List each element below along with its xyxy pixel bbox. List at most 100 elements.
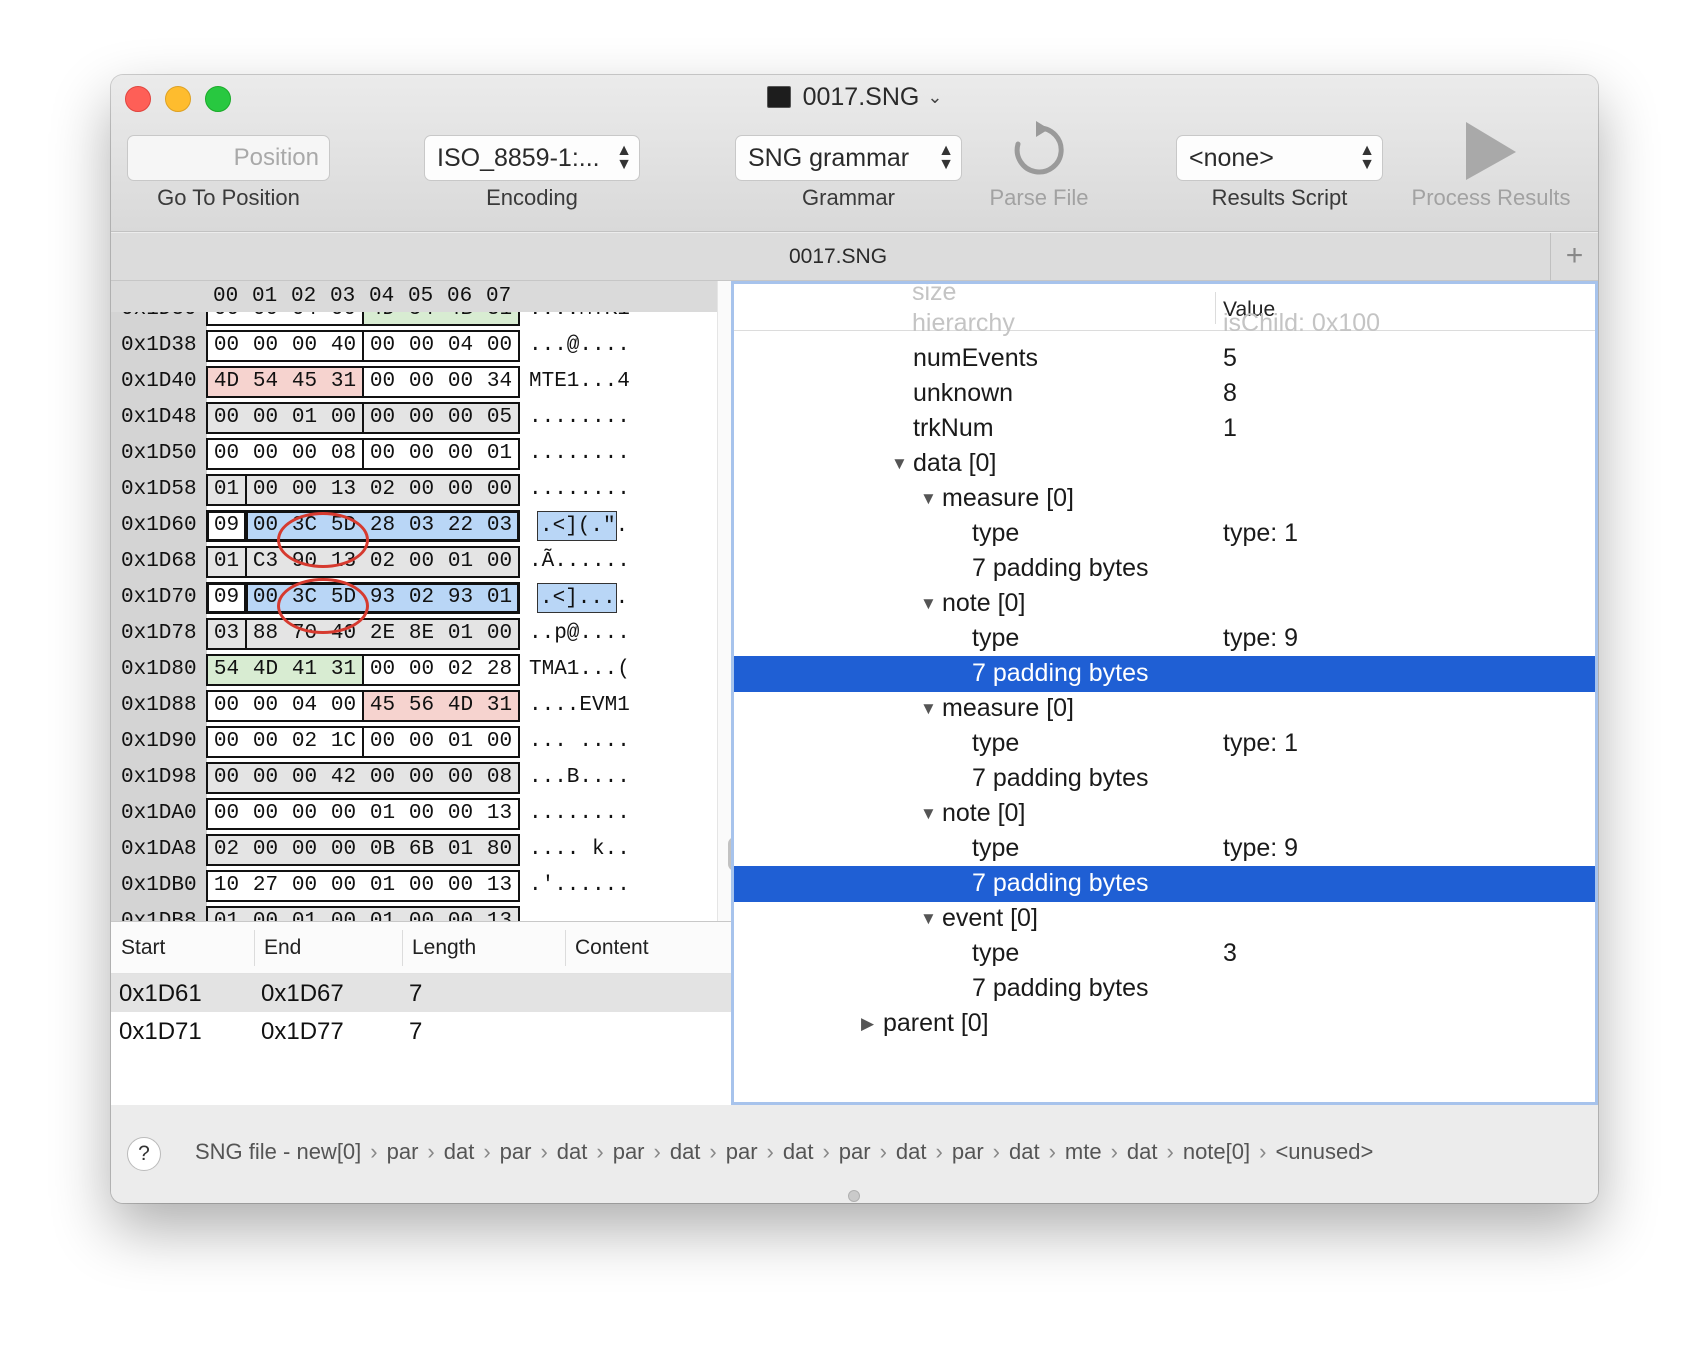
hex-byte[interactable]: 05 bbox=[480, 403, 519, 433]
hex-byte[interactable]: 00 bbox=[207, 691, 246, 721]
hex-byte[interactable]: 00 bbox=[324, 835, 363, 865]
hex-byte[interactable]: C3 bbox=[246, 547, 285, 577]
hex-byte[interactable]: 00 bbox=[246, 403, 285, 433]
hex-view[interactable]: 0x1D30000004004D544B31....MTK10x1D380000… bbox=[111, 281, 749, 921]
tree-node[interactable]: type type: 1 bbox=[734, 516, 1595, 551]
hex-byte[interactable]: 02 bbox=[402, 583, 441, 613]
hex-byte[interactable]: 3C bbox=[285, 511, 324, 541]
tree-node[interactable]: ▼ measure [0] bbox=[734, 691, 1595, 726]
position-field[interactable] bbox=[127, 135, 330, 181]
hex-byte[interactable]: 00 bbox=[207, 799, 246, 829]
hex-byte[interactable]: 00 bbox=[441, 763, 480, 793]
hex-byte[interactable]: 00 bbox=[441, 403, 480, 433]
tree-node[interactable]: trkNum 1 bbox=[734, 411, 1595, 446]
hex-byte[interactable]: 03 bbox=[207, 619, 246, 649]
hex-byte[interactable]: 01 bbox=[363, 871, 402, 901]
hex-byte[interactable]: 90 bbox=[285, 547, 324, 577]
hex-byte[interactable]: 00 bbox=[285, 475, 324, 505]
hex-byte[interactable]: 00 bbox=[441, 799, 480, 829]
grammar-select[interactable]: SNG grammar ▲ ▼ bbox=[735, 135, 962, 181]
hex-byte[interactable]: 00 bbox=[207, 439, 246, 469]
hex-byte[interactable]: 00 bbox=[402, 871, 441, 901]
hex-byte[interactable]: 00 bbox=[324, 799, 363, 829]
hex-byte[interactable]: 56 bbox=[402, 691, 441, 721]
hex-byte[interactable]: 00 bbox=[402, 439, 441, 469]
hex-byte[interactable]: 01 bbox=[441, 727, 480, 757]
hex-byte[interactable]: 03 bbox=[480, 511, 519, 541]
hex-row[interactable]: 0x1D48 00 00 01 00 00 00 00 05........ bbox=[111, 400, 749, 436]
hex-row[interactable]: 0x1DB80100010001000013........ bbox=[111, 904, 749, 921]
results-row[interactable]: 0x1D61 0x1D67 7 bbox=[111, 974, 731, 1012]
results-table[interactable]: Start End Length Content 0x1D61 0x1D67 7… bbox=[111, 921, 731, 1105]
breadcrumb-item[interactable]: par bbox=[952, 1139, 984, 1164]
hex-byte[interactable]: 01 bbox=[207, 547, 246, 577]
breadcrumb-item[interactable]: dat bbox=[783, 1139, 814, 1164]
hex-byte[interactable]: 70 bbox=[285, 619, 324, 649]
hex-byte[interactable]: 00 bbox=[480, 475, 519, 505]
ascii-text[interactable]: .Ã...... bbox=[529, 547, 630, 577]
hex-byte[interactable]: 22 bbox=[441, 511, 480, 541]
ascii-text[interactable]: ........ bbox=[529, 907, 630, 921]
hex-byte[interactable]: 00 bbox=[207, 727, 246, 757]
tree-node[interactable]: ▶ parent [0] bbox=[734, 1006, 1595, 1041]
hex-byte[interactable]: 00 bbox=[246, 511, 285, 541]
ascii-text[interactable]: ...@.... bbox=[529, 331, 630, 361]
hex-byte[interactable]: 5D bbox=[324, 583, 363, 613]
hex-byte[interactable]: 40 bbox=[324, 331, 363, 361]
hex-row[interactable]: 0x1D88 00 00 04 00 45 56 4D 31 ....EVM1 bbox=[111, 688, 749, 724]
hex-byte[interactable]: 09 bbox=[207, 511, 246, 541]
hex-byte[interactable]: 41 bbox=[285, 655, 324, 685]
hex-byte[interactable]: 00 bbox=[246, 799, 285, 829]
results-row[interactable]: 0x1D71 0x1D77 7 bbox=[111, 1012, 731, 1050]
position-input[interactable] bbox=[128, 136, 329, 180]
ascii-text[interactable]: .<](.". bbox=[537, 511, 628, 541]
tree-node[interactable]: 7 padding bytes bbox=[734, 971, 1595, 1006]
tree-node[interactable]: type type: 1 bbox=[734, 726, 1595, 761]
tree-node[interactable]: ▼ note [0] bbox=[734, 796, 1595, 831]
ascii-text[interactable]: ..p@.... bbox=[529, 619, 630, 649]
breadcrumb-item[interactable]: dat bbox=[557, 1139, 588, 1164]
ascii-text[interactable]: ... .... bbox=[529, 727, 630, 757]
hex-byte[interactable]: 01 bbox=[480, 439, 519, 469]
tree-node[interactable]: 7 padding bytes bbox=[734, 761, 1595, 796]
tree-node[interactable]: type type: 9 bbox=[734, 831, 1595, 866]
hex-byte[interactable]: 00 bbox=[207, 403, 246, 433]
hex-byte[interactable]: 02 bbox=[441, 655, 480, 685]
hex-byte[interactable]: 54 bbox=[246, 367, 285, 397]
hex-byte[interactable]: 00 bbox=[285, 439, 324, 469]
tree-node[interactable]: ▼ data [0] bbox=[734, 446, 1595, 481]
hex-byte[interactable]: 28 bbox=[480, 655, 519, 685]
hex-byte[interactable]: 02 bbox=[207, 835, 246, 865]
breadcrumb-item[interactable]: par bbox=[500, 1139, 532, 1164]
hex-row[interactable]: 0x1D58 01 00 00 13 02 00 00 00........ bbox=[111, 472, 749, 508]
hex-byte[interactable]: 01 bbox=[441, 547, 480, 577]
column-content[interactable]: Content bbox=[575, 936, 649, 960]
hex-row[interactable]: 0x1D40 4D 54 45 31 00 00 00 34 MTE1...4 bbox=[111, 364, 749, 400]
hex-byte[interactable]: 00 bbox=[402, 331, 441, 361]
disclosure-closed-icon[interactable]: ▶ bbox=[861, 1014, 874, 1034]
encoding-select[interactable]: ISO_8859-1:... ▲ ▼ bbox=[424, 135, 640, 181]
hex-byte[interactable]: 31 bbox=[480, 691, 519, 721]
hex-byte[interactable]: 00 bbox=[285, 835, 324, 865]
hex-byte[interactable]: 00 bbox=[207, 763, 246, 793]
ascii-text[interactable]: ........ bbox=[529, 475, 630, 505]
disclosure-open-icon[interactable]: ▼ bbox=[920, 594, 937, 614]
hex-byte[interactable]: 00 bbox=[324, 871, 363, 901]
hex-byte[interactable]: 00 bbox=[402, 907, 441, 921]
hex-row[interactable]: 0x1D70 09 00 3C 5D 93 02 93 01 .<].... bbox=[111, 580, 749, 616]
hex-byte[interactable]: 6B bbox=[402, 835, 441, 865]
hex-byte[interactable]: 00 bbox=[363, 331, 402, 361]
tree-node[interactable]: ▼ note [0] bbox=[734, 586, 1595, 621]
hex-byte[interactable]: 01 bbox=[441, 619, 480, 649]
hex-row[interactable]: 0x1D78 03 88 70 40 2E 8E 01 00 ..p@.... bbox=[111, 616, 749, 652]
hex-byte[interactable]: 45 bbox=[285, 367, 324, 397]
hex-byte[interactable]: 00 bbox=[285, 331, 324, 361]
help-button[interactable]: ? bbox=[127, 1137, 161, 1171]
breadcrumb-item[interactable]: par bbox=[839, 1139, 871, 1164]
breadcrumb-item[interactable]: par bbox=[387, 1139, 419, 1164]
hex-byte[interactable]: 01 bbox=[480, 583, 519, 613]
hex-byte[interactable]: 93 bbox=[441, 583, 480, 613]
hex-byte[interactable]: 00 bbox=[480, 727, 519, 757]
ascii-text[interactable]: ........ bbox=[529, 403, 630, 433]
tree-node[interactable]: numEvents 5 bbox=[734, 341, 1595, 376]
